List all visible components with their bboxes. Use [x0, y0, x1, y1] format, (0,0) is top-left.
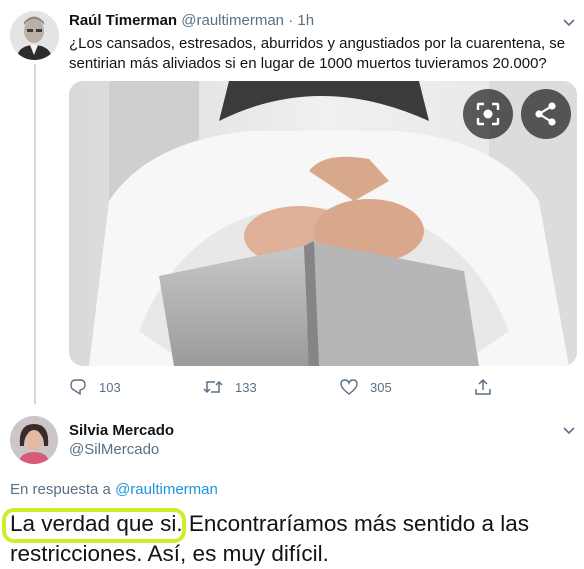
- share-icon[interactable]: [521, 89, 571, 139]
- reply-text: La verdad que si. Encontraríamos más sen…: [10, 511, 530, 566]
- tweet-actions: 103 133 305: [69, 376, 499, 398]
- reply-author-name[interactable]: Silvia Mercado: [69, 422, 174, 440]
- author-handle[interactable]: @raultimerman: [181, 12, 284, 29]
- tweet-time[interactable]: 1h: [297, 12, 314, 29]
- replying-to-line: En respuesta a @raultimerman: [10, 481, 218, 499]
- like-button[interactable]: 305: [340, 376, 392, 398]
- separator-dot: ·: [288, 12, 294, 29]
- heart-icon: [340, 379, 358, 395]
- share-button[interactable]: [474, 376, 492, 398]
- author-name[interactable]: Raúl Timerman: [69, 12, 177, 29]
- tweet-text: ¿Los cansados, estresados, aburridos y a…: [69, 35, 566, 72]
- original-tweet[interactable]: Raúl Timerman @raultimerman · 1h ¿Los ca…: [0, 0, 584, 408]
- tweet-header: Raúl Timerman @raultimerman · 1h: [69, 12, 314, 30]
- avatar[interactable]: [10, 416, 58, 464]
- chevron-down-icon[interactable]: [562, 18, 576, 28]
- lens-icon[interactable]: [463, 89, 513, 139]
- avatar[interactable]: [10, 11, 59, 60]
- thread-connector: [34, 64, 36, 404]
- reply-count: 103: [99, 379, 121, 395]
- retweet-button[interactable]: 133: [203, 376, 257, 398]
- chevron-down-icon[interactable]: [562, 426, 576, 436]
- reply-button[interactable]: 103: [69, 376, 121, 398]
- reply-author-handle[interactable]: @SilMercado: [69, 441, 159, 459]
- reply-icon: [70, 379, 86, 396]
- retweet-icon: [203, 380, 223, 394]
- like-count: 305: [370, 379, 392, 395]
- upload-icon: [475, 378, 491, 395]
- replying-label: En respuesta a: [10, 481, 111, 498]
- retweet-count: 133: [235, 379, 257, 395]
- tweet-image[interactable]: [69, 81, 577, 366]
- replying-to-link[interactable]: @raultimerman: [115, 481, 218, 498]
